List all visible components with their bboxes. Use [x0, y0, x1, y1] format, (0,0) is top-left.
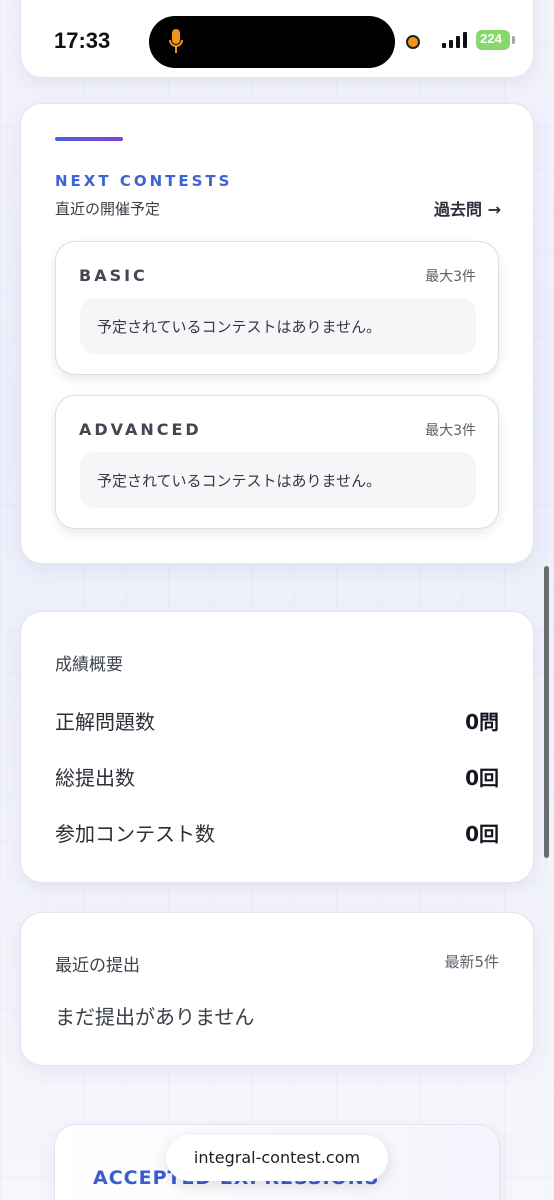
past-problems-link[interactable]: 過去問 → — [434, 196, 501, 220]
empty-state-text: 予定されているコンテストはありません。 — [97, 318, 382, 336]
recent-max: 最新5件 — [444, 953, 499, 971]
recent-title: 最近の提出 — [55, 956, 140, 976]
recent-empty-text: まだ提出がありません — [55, 1005, 255, 1029]
stat-value: 0回 — [465, 822, 499, 846]
status-bar: 17:33 224 — [0, 0, 554, 80]
basic-contest-card: BASIC 最大3件 予定されているコンテストはありません。 — [55, 241, 499, 375]
category-title: ADVANCED — [79, 420, 202, 439]
results-summary-card: 成績概要 正解問題数 0問 総提出数 0回 参加コンテスト数 0回 — [20, 611, 534, 883]
recent-submissions-card: 最近の提出 最新5件 まだ提出がありません — [20, 912, 534, 1066]
next-contests-card: NEXT CONTESTS 直近の開催予定 過去問 → BASIC 最大3件 予… — [20, 103, 534, 564]
battery-level: 224 — [480, 31, 502, 46]
advanced-contest-card: ADVANCED 最大3件 予定されているコンテストはありません。 — [55, 395, 499, 529]
microphone-icon — [169, 29, 183, 53]
stat-label: 参加コンテスト数 — [55, 822, 215, 846]
summary-title: 成績概要 — [55, 655, 123, 675]
battery-tip-icon — [512, 36, 515, 44]
category-title: BASIC — [79, 266, 148, 285]
browser-address-bar[interactable]: integral-contest.com — [166, 1135, 388, 1181]
next-contests-subtitle: 直近の開催予定 — [55, 200, 161, 218]
next-contests-eyebrow: NEXT CONTESTS — [55, 172, 233, 190]
stat-value: 0問 — [465, 710, 499, 734]
url-text: integral-contest.com — [193, 1148, 361, 1167]
scrollbar[interactable] — [544, 566, 549, 858]
status-time: 17:33 — [54, 28, 111, 53]
dynamic-island — [149, 16, 395, 68]
stat-value: 0回 — [465, 766, 499, 790]
category-max: 最大3件 — [425, 269, 476, 285]
empty-state-text: 予定されているコンテストはありません。 — [97, 472, 382, 490]
battery-icon: 224 — [476, 30, 510, 50]
empty-state-box: 予定されているコンテストはありません。 — [80, 298, 476, 354]
cellular-signal-icon — [442, 32, 468, 48]
stat-label: 正解問題数 — [55, 710, 155, 734]
stat-label: 総提出数 — [55, 766, 135, 790]
recording-indicator-icon — [406, 35, 420, 49]
empty-state-box: 予定されているコンテストはありません。 — [80, 452, 476, 508]
accent-bar — [55, 137, 123, 141]
category-max: 最大3件 — [425, 423, 476, 439]
